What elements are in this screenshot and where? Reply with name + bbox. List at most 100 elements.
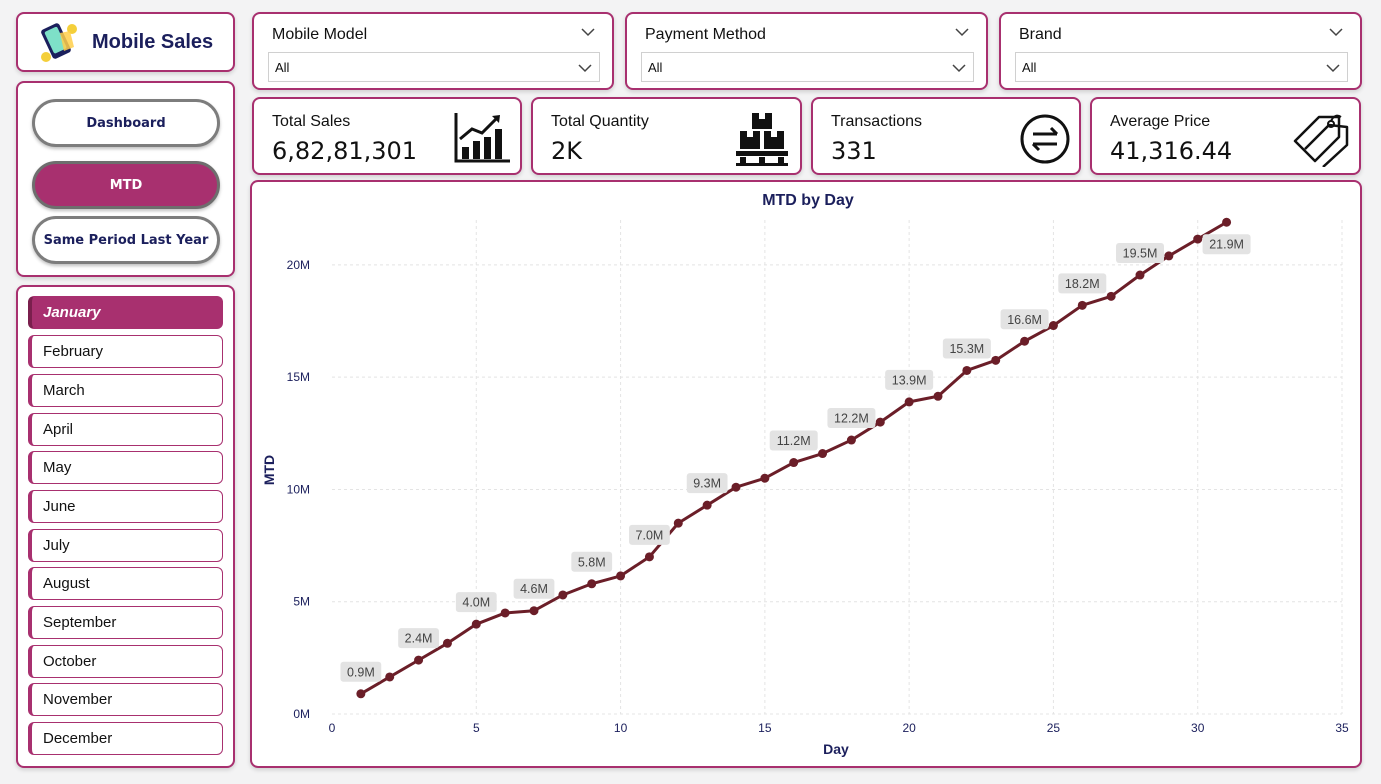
data-point [731, 482, 741, 492]
data-point [789, 458, 799, 468]
data-point [442, 638, 452, 648]
data-point [644, 552, 654, 562]
chevron-down-icon [578, 64, 592, 73]
month-december[interactable]: December [28, 722, 223, 755]
chevron-down-icon [1326, 64, 1340, 73]
data-point [1077, 300, 1087, 310]
y-tick-label: 20M [287, 258, 310, 272]
filter-label: Mobile Model [272, 26, 368, 43]
kpi-value: 2K [551, 137, 583, 165]
total-quantity-card: Total Quantity 2K [531, 97, 802, 175]
kpi-label: Transactions [831, 113, 922, 130]
x-tick-label: 15 [758, 721, 772, 735]
data-point [356, 689, 366, 699]
app-title: Mobile Sales [92, 30, 214, 53]
month-october[interactable]: October [28, 645, 223, 678]
month-january[interactable]: January [28, 296, 223, 329]
y-tick-label: 5M [293, 595, 310, 609]
data-label: 7.0M [636, 528, 664, 542]
kpi-value: 41,316.44 [1110, 137, 1233, 165]
data-point [818, 449, 828, 459]
kpi-value: 6,82,81,301 [272, 137, 418, 165]
data-label: 16.6M [1007, 313, 1042, 327]
kpi-value: 331 [831, 137, 877, 165]
data-point [529, 606, 539, 616]
average-price-card: Average Price 41,316.44 [1090, 97, 1361, 175]
x-tick-label: 20 [902, 721, 916, 735]
x-tick-label: 10 [614, 721, 628, 735]
bar-chart-growth-icon [454, 113, 510, 163]
data-point [1020, 336, 1030, 346]
month-april[interactable]: April [28, 413, 223, 446]
month-september[interactable]: September [28, 606, 223, 639]
filter-label: Payment Method [645, 26, 766, 43]
data-point [991, 355, 1001, 365]
data-label: 0.9M [347, 665, 375, 679]
x-tick-label: 25 [1047, 721, 1061, 735]
data-label: 15.3M [949, 342, 984, 356]
data-point [558, 590, 568, 600]
month-may[interactable]: May [28, 451, 223, 484]
data-point [673, 518, 683, 528]
kpi-label: Total Quantity [551, 113, 649, 130]
month-march[interactable]: March [28, 374, 223, 407]
month-february[interactable]: February [28, 335, 223, 368]
data-label: 13.9M [892, 373, 927, 387]
brand-filter: Brand All [999, 12, 1362, 90]
selected-value: All [648, 59, 663, 75]
month-slicer: January February March April May June Ju… [16, 285, 235, 768]
data-label: 9.3M [693, 477, 721, 491]
mtd-line-chart: MTD by Day Day MTD 0M 5M 10M 15M 20M 0 5 10 15 20… [261, 192, 1349, 757]
data-point [1164, 251, 1174, 261]
filter-label: Brand [1019, 26, 1062, 43]
x-tick-label: 30 [1191, 721, 1205, 735]
month-june[interactable]: June [28, 490, 223, 523]
data-point [933, 391, 943, 401]
data-point [587, 579, 597, 589]
data-label: 19.5M [1123, 247, 1158, 261]
data-label: 4.0M [462, 596, 490, 610]
data-label: 5.8M [578, 555, 606, 569]
payment-method-filter: Payment Method All [625, 12, 988, 90]
y-tick-label: 10M [287, 482, 310, 496]
navigation-panel: Dashboard MTD Same Period Last Year [16, 81, 235, 277]
data-point [846, 435, 856, 445]
y-axis-title: MTD [261, 455, 277, 485]
mtd-button[interactable]: MTD [32, 161, 220, 209]
x-tick-label: 5 [473, 721, 480, 735]
data-label: 18.2M [1065, 277, 1100, 291]
chevron-down-icon[interactable] [580, 24, 596, 40]
chevron-down-icon[interactable] [954, 24, 970, 40]
dashboard-button[interactable]: Dashboard [32, 99, 220, 147]
brand-select[interactable]: All [1015, 52, 1348, 82]
selected-value: All [275, 59, 290, 75]
data-point [1048, 321, 1058, 331]
data-point [1222, 217, 1232, 227]
data-point [904, 397, 914, 407]
data-point [875, 417, 885, 427]
data-label: 12.2M [834, 412, 869, 426]
boxes-pallet-icon [736, 113, 788, 166]
same-period-last-year-button[interactable]: Same Period Last Year [32, 216, 220, 264]
payment-method-select[interactable]: All [641, 52, 974, 82]
month-july[interactable]: July [28, 529, 223, 562]
kpi-label: Average Price [1110, 113, 1211, 130]
x-tick-label: 0 [329, 721, 336, 735]
data-point [385, 672, 395, 682]
mobile-model-select[interactable]: All [268, 52, 600, 82]
y-tick-label: 15M [287, 370, 310, 384]
month-august[interactable]: August [28, 567, 223, 600]
chart-title: MTD by Day [762, 192, 854, 209]
selected-value: All [1022, 59, 1037, 75]
mobile-model-filter: Mobile Model All [252, 12, 614, 90]
mobile-sales-logo-icon [41, 23, 77, 62]
app-logo-panel: Mobile Sales [16, 12, 235, 72]
data-point [1193, 234, 1203, 244]
month-november[interactable]: November [28, 683, 223, 716]
data-label: 11.2M [777, 434, 811, 448]
data-point [500, 608, 510, 618]
x-tick-label: 35 [1335, 721, 1349, 735]
y-tick-label: 0M [293, 707, 310, 721]
chevron-down-icon[interactable] [1328, 24, 1344, 40]
x-axis-title: Day [823, 741, 849, 757]
